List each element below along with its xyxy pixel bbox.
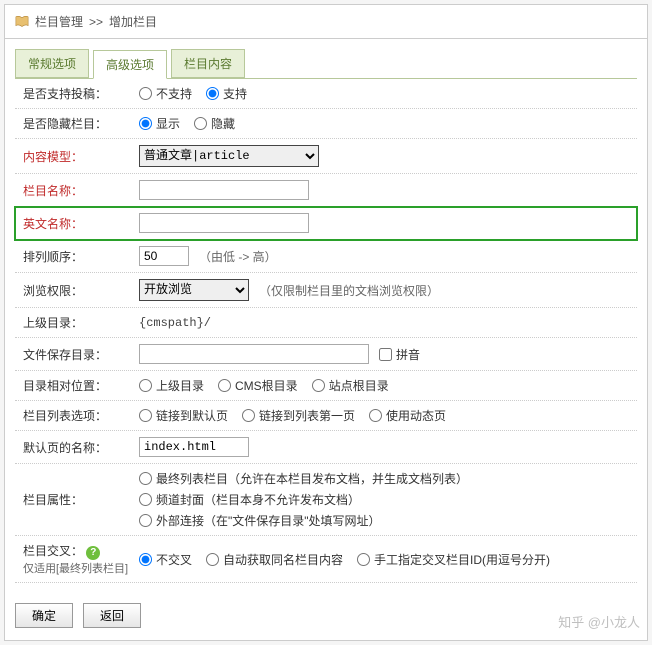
- value-parent-dir: {cmspath}/: [139, 316, 211, 330]
- radio-rel-b[interactable]: CMS根目录: [218, 377, 298, 394]
- radio-hide-show[interactable]: 显示: [139, 115, 180, 132]
- label-support-submit: 是否支持投稿：: [19, 85, 139, 102]
- form-advanced: 是否支持投稿： 不支持 支持 是否隐藏栏目： 显示 隐藏 内容模型： 普: [15, 78, 637, 583]
- label-browse-perm: 浏览权限：: [19, 282, 139, 299]
- label-list-option: 栏目列表选项：: [19, 407, 139, 424]
- radio-rel-a[interactable]: 上级目录: [139, 377, 204, 394]
- select-content-model[interactable]: 普通文章|article: [139, 145, 319, 167]
- tab-general[interactable]: 常规选项: [15, 49, 89, 78]
- radio-rel-c[interactable]: 站点根目录: [312, 377, 389, 394]
- form-actions: 确定 返回: [5, 593, 647, 640]
- chevron-right-icon: >>: [89, 15, 103, 29]
- input-column-name[interactable]: [139, 180, 309, 200]
- help-icon[interactable]: ?: [86, 546, 100, 560]
- label-cross-column: 栏目交叉： ? 仅适用[最终列表栏目]: [19, 542, 139, 576]
- checkbox-pinyin[interactable]: 拼音: [379, 346, 420, 363]
- radio-attr-a[interactable]: 最终列表栏目（允许在本栏目发布文档，并生成文档列表）: [139, 470, 468, 487]
- radio-attr-c[interactable]: 外部连接（在"文件保存目录"处填写网址）: [139, 512, 468, 529]
- select-browse-perm[interactable]: 开放浏览: [139, 279, 249, 301]
- label-column-name: 栏目名称：: [19, 182, 139, 199]
- radio-list-c[interactable]: 使用动态页: [369, 407, 446, 424]
- radio-cross-a[interactable]: 不交叉: [139, 551, 192, 568]
- hint-sort-order: （由低 -> 高）: [199, 248, 277, 265]
- label-content-model: 内容模型：: [19, 148, 139, 165]
- radio-list-a[interactable]: 链接到默认页: [139, 407, 228, 424]
- input-file-dir[interactable]: [139, 344, 369, 364]
- label-file-dir: 文件保存目录：: [19, 346, 139, 363]
- radio-support-no[interactable]: 不支持: [139, 85, 192, 102]
- label-sort-order: 排列顺序：: [19, 248, 139, 265]
- book-icon: [15, 16, 29, 28]
- tab-advanced[interactable]: 高级选项: [93, 50, 167, 79]
- input-sort-order[interactable]: [139, 246, 189, 266]
- radio-support-yes[interactable]: 支持: [206, 85, 247, 102]
- radio-list-b[interactable]: 链接到列表第一页: [242, 407, 355, 424]
- tab-bar: 常规选项 高级选项 栏目内容: [15, 49, 637, 78]
- tab-content[interactable]: 栏目内容: [171, 49, 245, 78]
- breadcrumb-root[interactable]: 栏目管理: [35, 13, 83, 30]
- label-english-name: 英文名称：: [19, 215, 139, 232]
- input-english-name[interactable]: [139, 213, 309, 233]
- label-dir-relative: 目录相对位置：: [19, 377, 139, 394]
- label-hide-column: 是否隐藏栏目：: [19, 115, 139, 132]
- breadcrumb-current: 增加栏目: [109, 13, 157, 30]
- back-button[interactable]: 返回: [83, 603, 141, 628]
- label-parent-dir: 上级目录：: [19, 314, 139, 331]
- submit-button[interactable]: 确定: [15, 603, 73, 628]
- radio-cross-b[interactable]: 自动获取同名栏目内容: [206, 551, 343, 568]
- breadcrumb: 栏目管理 >> 增加栏目: [5, 5, 647, 39]
- hint-browse-perm: （仅限制栏目里的文档浏览权限）: [259, 282, 439, 299]
- radio-hide-hide[interactable]: 隐藏: [194, 115, 235, 132]
- radio-cross-c[interactable]: 手工指定交叉栏目ID(用逗号分开): [357, 551, 550, 568]
- label-default-page: 默认页的名称：: [19, 439, 139, 456]
- input-default-page[interactable]: [139, 437, 249, 457]
